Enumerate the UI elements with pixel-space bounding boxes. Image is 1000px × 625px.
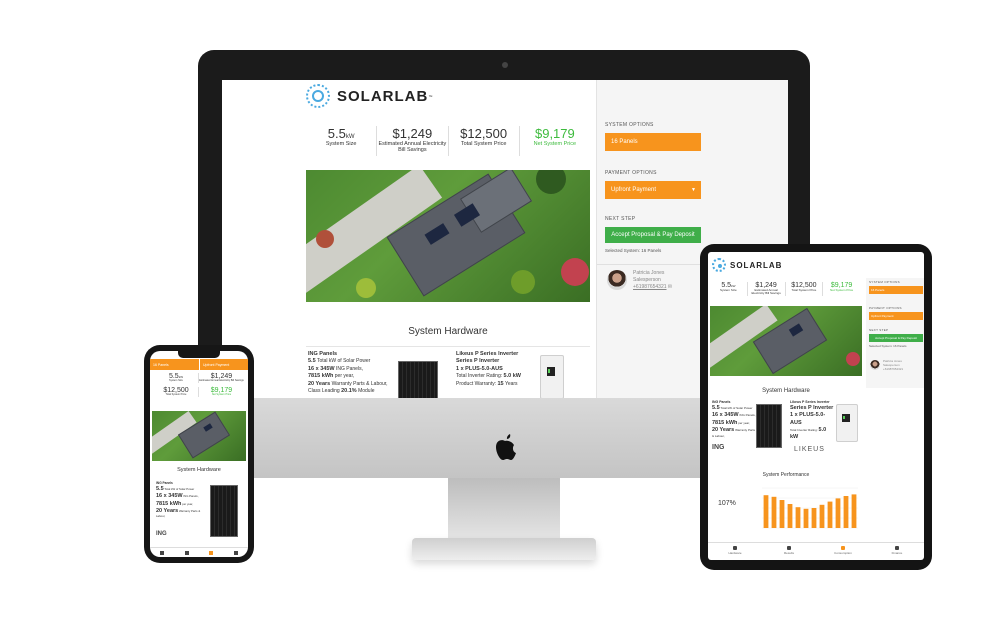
tab-finance[interactable]: Finance <box>870 543 924 560</box>
tablet-hardware-title: System Hardware <box>762 388 810 394</box>
performance-bar-5 <box>795 507 801 528</box>
tablet-inverter-image <box>836 404 858 442</box>
payment-options-select[interactable]: Upfront Payment ▼ <box>605 181 701 199</box>
tablet-aerial-image <box>710 306 862 376</box>
inverter-spec: Likeus P Series Inverter Series P Invert… <box>456 351 521 387</box>
performance-bar-7 <box>811 508 817 528</box>
apple-logo-icon <box>496 434 516 460</box>
tablet-inverter-spec: Likeus P Series Inverter Series P Invert… <box>790 400 834 441</box>
avatar <box>607 270 627 290</box>
avatar <box>870 360 880 370</box>
phone-ing-logo: ING <box>156 531 167 537</box>
tab-results[interactable]: Results <box>762 543 816 560</box>
tab-hardware-icon[interactable] <box>160 550 165 555</box>
ing-logo: ING <box>712 444 725 451</box>
accept-proposal-button[interactable]: Accept Proposal & Pay Deposit <box>605 227 701 243</box>
tablet-logo: SOLARLAB <box>712 258 782 272</box>
hardware-cards: ING Panels 5.5 Total kW of Solar Power 1… <box>306 346 590 398</box>
camera-dot <box>502 62 508 68</box>
chevron-down-icon: ▼ <box>691 187 696 193</box>
tablet-tab-bar: Hardware Results Consumption Finance <box>708 542 924 560</box>
tablet-screen: SOLARLAB 5.5kW System Size $1,249 Estimate… <box>708 252 924 560</box>
inverter-image <box>540 355 564 398</box>
brand-name: SOLARLAB <box>337 87 429 105</box>
phone-hardware-title: System Hardware <box>177 467 221 473</box>
phone-stats: 5.5kW System Size $1,249 Estimated Annual … <box>154 373 244 397</box>
tab-results-icon[interactable] <box>184 550 189 555</box>
phone-payment-select[interactable]: Upfront Payment <box>199 359 248 370</box>
stat-total-price: $12,500 Total System Price <box>449 126 520 156</box>
stat-savings: $1,249 Estimated Annual Electricity Bill… <box>377 126 449 156</box>
tablet-sidebar: SYSTEM OPTIONS 16 Panels PAYMENT OPTIONS… <box>866 278 924 388</box>
salesperson-role: Salesperson <box>633 276 661 283</box>
tablet-system-select[interactable]: 16 Panels <box>869 286 923 294</box>
proposal-main: SOLARLAB ™ 5.5kW System Size $1,249 Esti… <box>222 80 596 398</box>
tab-finance-icon[interactable] <box>233 550 238 555</box>
phone-screen: 16 Panels Upfront Payment 5.5kW System Si… <box>150 351 248 557</box>
performance-bar-8 <box>819 504 825 528</box>
performance-chart <box>762 487 858 529</box>
performance-bar-12 <box>851 494 857 528</box>
aerial-house-image <box>306 170 590 302</box>
panels-spec: ING Panels 5.5 Total kW of Solar Power 1… <box>308 351 388 395</box>
system-options-label: SYSTEM OPTIONS <box>605 122 654 128</box>
sun-logo-icon <box>712 258 726 272</box>
logo: SOLARLAB ™ <box>306 84 432 108</box>
tablet-stats: 5.5kW System Size $1,249 Estimated Annual … <box>710 282 860 296</box>
performance-bar-9 <box>827 501 833 528</box>
phone-system-select[interactable]: 16 Panels <box>150 359 199 370</box>
tab-hardware[interactable]: Hardware <box>708 543 762 560</box>
performance-bar-2 <box>771 496 777 528</box>
system-options-select[interactable]: 16 Panels <box>605 133 701 151</box>
performance-bar-11 <box>843 496 849 528</box>
performance-title: System Performance <box>762 472 810 478</box>
solar-panel-image <box>398 361 438 398</box>
stat-system-size: 5.5kW System Size <box>306 126 378 156</box>
performance-bar-10 <box>835 498 841 528</box>
phone-solar-panel <box>210 485 238 537</box>
stat-net-price: $9,179 Net System Price <box>533 126 577 147</box>
tablet-solar-panel <box>756 404 782 448</box>
stats-row: 5.5kW System Size $1,249 Estimated Annua… <box>306 126 590 156</box>
tab-consumption-icon[interactable] <box>209 550 214 555</box>
salesperson-name: Patricia Jones <box>633 270 665 276</box>
salesperson-contact: +61987654321 ✉ <box>633 284 672 291</box>
payment-options-label: PAYMENT OPTIONS <box>605 170 657 176</box>
performance-bar-4 <box>787 504 793 528</box>
phone-aerial-image <box>152 411 246 461</box>
phone-notch <box>178 351 220 358</box>
performance-bar-3 <box>779 500 785 528</box>
tablet-panels-spec: ING Panels 5.5 Total kW of Solar Power 1… <box>712 400 756 439</box>
phone-panels-spec: ING Panels 5.5 Total kW of Solar Power 1… <box>156 481 201 519</box>
tablet-accept-button[interactable]: Accept Proposal & Pay Deposit <box>869 334 923 342</box>
tablet-payment-select[interactable]: Upfront Payment <box>869 312 923 320</box>
selected-system-note: Selected System: 16 Panels <box>605 248 662 253</box>
imac-stand-neck <box>448 478 560 540</box>
next-step-label: NEXT STEP <box>605 216 636 222</box>
tab-consumption[interactable]: Consumption <box>816 543 870 560</box>
phone-link[interactable]: +61987654321 <box>633 284 667 290</box>
hardware-title: System Hardware <box>408 326 488 337</box>
performance-bar-1 <box>763 495 769 528</box>
performance-percent: 107% <box>718 500 736 507</box>
mail-icon[interactable]: ✉ <box>668 284 672 290</box>
imac-stand-foot <box>412 538 596 560</box>
salesperson-card: Patricia Jones Salesperson +61987654321 … <box>607 270 672 290</box>
phone-tab-bar <box>150 547 248 557</box>
sun-logo-icon <box>306 84 330 108</box>
likeus-logo: LIKEUS <box>794 446 825 453</box>
performance-bar-6 <box>803 508 809 528</box>
phone-option-bar: 16 Panels Upfront Payment <box>150 359 248 370</box>
